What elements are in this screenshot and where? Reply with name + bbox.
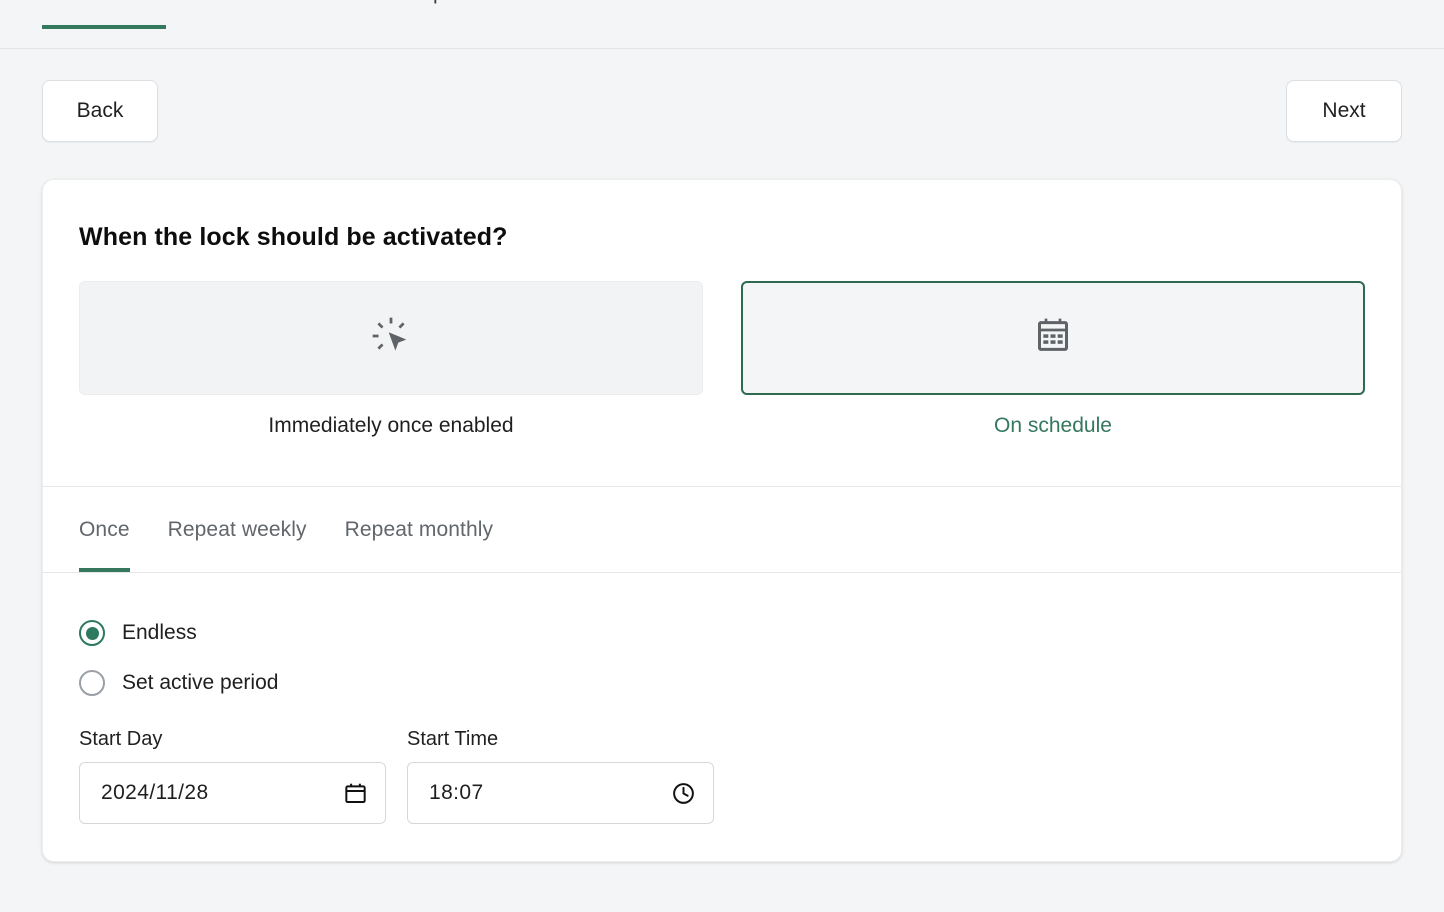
subtab-once-label: Once <box>79 517 130 541</box>
top-navigation-bar: Dashboard Installation Help <box>0 0 1444 49</box>
start-time-value: 18:07 <box>429 781 484 804</box>
radio-set-active-period-mark[interactable] <box>79 670 105 696</box>
option-on-schedule-label: On schedule <box>994 414 1112 437</box>
subtab-repeat-weekly-label: Repeat weekly <box>167 517 307 541</box>
tab-help-label: Help <box>401 0 445 6</box>
schedule-repeat-tabs: Once Repeat weekly Repeat monthly <box>43 487 1401 572</box>
duration-radio-group: Endless Set active period <box>43 573 1401 705</box>
tab-help[interactable]: Help <box>391 0 455 29</box>
activation-mode-options: Immediately once enabled On schedule <box>43 252 1401 439</box>
radio-endless-dot <box>85 626 99 640</box>
start-day-input[interactable]: 2024/11/28 <box>79 762 386 824</box>
option-on-schedule-tile[interactable] <box>741 281 1365 395</box>
radio-endless[interactable]: Endless <box>79 611 1365 655</box>
option-immediately-wrap: Immediately once enabled <box>79 281 703 439</box>
next-button[interactable]: Next <box>1286 80 1402 142</box>
option-on-schedule-wrap: On schedule <box>741 281 1365 439</box>
wizard-navigation-row: Back Next <box>0 49 1444 179</box>
schedule-fields: Start Day 2024/11/28 Start Time 18:07 <box>43 705 1401 824</box>
option-immediately-tile[interactable] <box>79 281 703 395</box>
ads-click-icon <box>369 314 413 363</box>
start-day-label: Start Day <box>79 728 163 750</box>
subtab-once[interactable]: Once <box>79 487 130 572</box>
subtab-repeat-monthly-label: Repeat monthly <box>344 517 494 541</box>
radio-set-active-period[interactable]: Set active period <box>79 661 1365 705</box>
tab-dashboard-label: Dashboard <box>52 0 156 6</box>
tab-installation-label: Installation <box>228 0 330 6</box>
radio-endless-label: Endless <box>122 621 197 644</box>
page-title: When the lock should be activated? <box>79 223 508 251</box>
start-day-value: 2024/11/28 <box>101 781 209 804</box>
start-time-label: Start Time <box>407 728 499 750</box>
clock-icon[interactable] <box>671 781 696 806</box>
start-time-input[interactable]: 18:07 <box>407 762 714 824</box>
radio-endless-mark[interactable] <box>79 620 105 646</box>
start-time-field-group: Start Time 18:07 <box>407 727 714 824</box>
start-day-field-group: Start Day 2024/11/28 <box>79 727 386 824</box>
calendar-icon <box>1033 316 1073 361</box>
back-button[interactable]: Back <box>42 80 158 142</box>
card-header: When the lock should be activated? <box>43 180 1401 252</box>
option-immediately-label: Immediately once enabled <box>268 414 514 437</box>
subtab-repeat-weekly[interactable]: Repeat weekly <box>168 487 307 572</box>
tab-dashboard[interactable]: Dashboard <box>42 0 166 29</box>
tab-installation[interactable]: Installation <box>218 0 340 29</box>
activation-settings-card: When the lock should be activated? Immed… <box>42 179 1402 862</box>
calendar-picker-icon[interactable] <box>343 781 368 806</box>
radio-set-active-period-label: Set active period <box>122 671 279 694</box>
subtab-repeat-monthly[interactable]: Repeat monthly <box>345 487 493 572</box>
